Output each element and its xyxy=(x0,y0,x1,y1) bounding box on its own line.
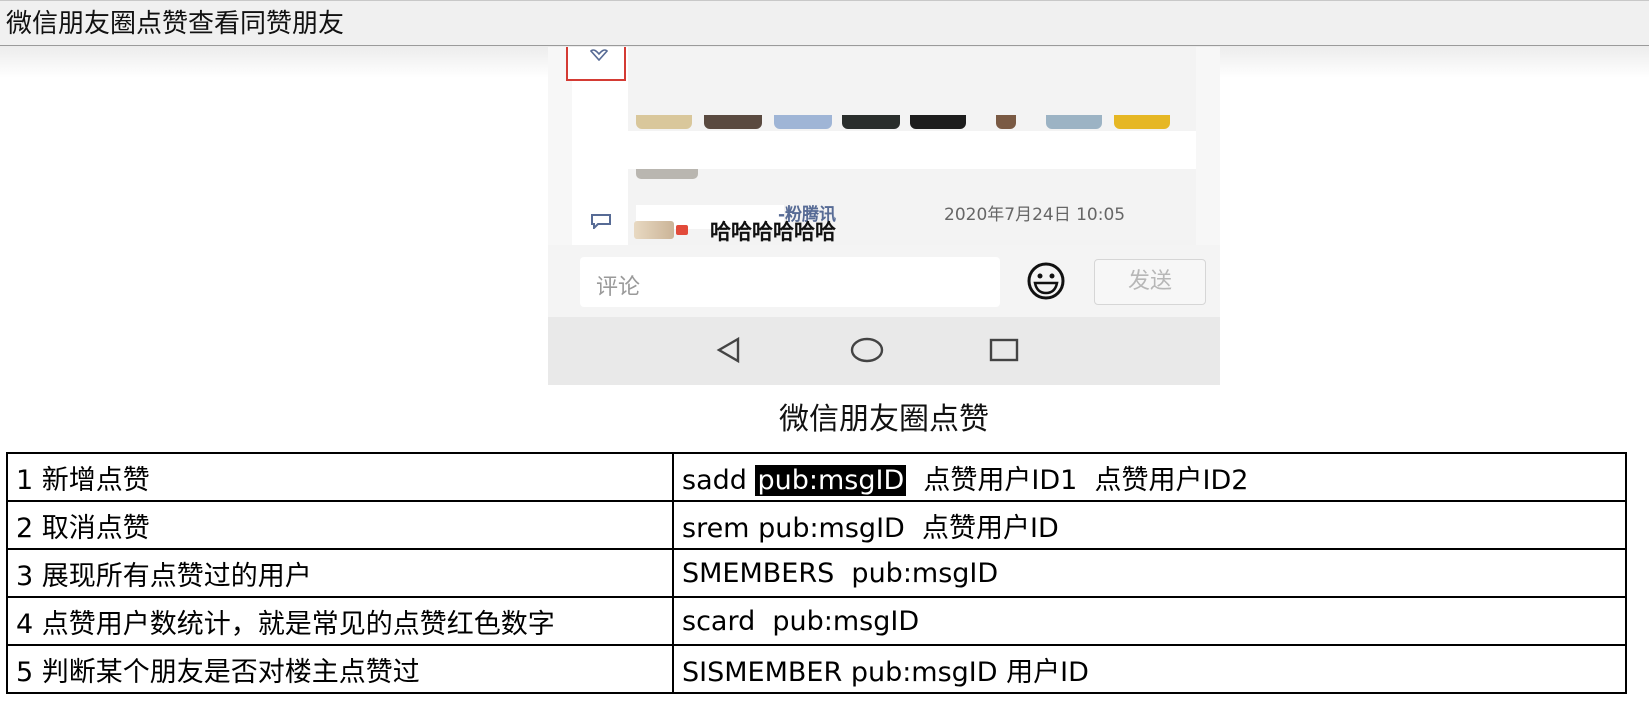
avatar xyxy=(636,115,692,129)
avatar-badge xyxy=(676,225,688,235)
title-bar: 微信朋友圈点赞查看同赞朋友 xyxy=(0,0,1649,46)
avatar xyxy=(910,115,966,129)
avatar xyxy=(996,115,1016,129)
command-suffix: 点赞用户ID1 点赞用户ID2 xyxy=(906,464,1249,496)
avatar xyxy=(704,115,762,129)
command-cell: SMEMBERS pub:msgID xyxy=(672,548,1627,598)
recents-icon[interactable] xyxy=(988,335,1020,365)
emoji-icon[interactable] xyxy=(1022,261,1070,301)
command-prefix: sadd xyxy=(682,464,756,496)
command-cell: SISMEMBER pub:msgID 用户ID xyxy=(672,644,1627,694)
operation-cell: 5 判断某个朋友是否对楼主点赞过 xyxy=(6,644,674,694)
command-cell: sadd pub:msgID 点赞用户ID1 点赞用户ID2 xyxy=(672,452,1627,502)
caption-text: 微信朋友圈点赞 xyxy=(779,402,989,437)
commenter-avatar xyxy=(634,221,674,239)
avatar xyxy=(1046,115,1102,129)
like-highlight-box xyxy=(566,47,626,81)
avatar xyxy=(774,115,832,129)
table-row: 5 判断某个朋友是否对楼主点赞过 SISMEMBER pub:msgID 用户I… xyxy=(6,644,1627,694)
table-row: 3 展现所有点赞过的用户 SMEMBERS pub:msgID xyxy=(6,548,1627,598)
table-row: 4 点赞用户数统计，就是常见的点赞红色数字 scard pub:msgID xyxy=(6,596,1627,646)
back-icon[interactable] xyxy=(714,335,744,365)
home-icon[interactable] xyxy=(850,335,884,365)
avatar-stub xyxy=(636,169,698,179)
divider-band xyxy=(628,131,1196,169)
operation-cell: 2 取消点赞 xyxy=(6,500,674,550)
comment-icon xyxy=(591,214,611,229)
figure-caption: 微信朋友圈点赞 xyxy=(0,394,1649,438)
avatar xyxy=(842,115,900,129)
heart-icon xyxy=(590,49,608,61)
comment-input[interactable]: 评论 xyxy=(580,257,1000,307)
command-cell: scard pub:msgID xyxy=(672,596,1627,646)
wechat-screenshot: -粉腾讯 2020年7月24日 10:05 哈哈哈哈哈哈 评论 发送 xyxy=(548,47,1220,385)
comment-placeholder: 评论 xyxy=(596,275,641,300)
android-nav-bar xyxy=(548,317,1220,385)
redis-command-table: 1 新增点赞 sadd pub:msgID 点赞用户ID1 点赞用户ID2 2 … xyxy=(6,452,1627,694)
operation-cell: 3 展现所有点赞过的用户 xyxy=(6,548,674,598)
operation-cell: 4 点赞用户数统计，就是常见的点赞红色数字 xyxy=(6,596,674,646)
comment-timestamp: 2020年7月24日 10:05 xyxy=(944,205,1126,225)
page-title: 微信朋友圈点赞查看同赞朋友 xyxy=(6,9,345,39)
selected-key-text[interactable]: pub:msgID xyxy=(755,464,907,496)
send-button[interactable]: 发送 xyxy=(1094,259,1206,305)
comment-text: 哈哈哈哈哈哈 xyxy=(710,220,836,244)
operation-cell: 1 新增点赞 xyxy=(6,452,674,502)
table-row: 2 取消点赞 srem pub:msgID 点赞用户ID xyxy=(6,500,1627,550)
comment-input-bar: 评论 发送 xyxy=(548,245,1220,317)
command-cell: srem pub:msgID 点赞用户ID xyxy=(672,500,1627,550)
avatar xyxy=(1114,115,1170,129)
table-row: 1 新增点赞 sadd pub:msgID 点赞用户ID1 点赞用户ID2 xyxy=(6,452,1627,502)
